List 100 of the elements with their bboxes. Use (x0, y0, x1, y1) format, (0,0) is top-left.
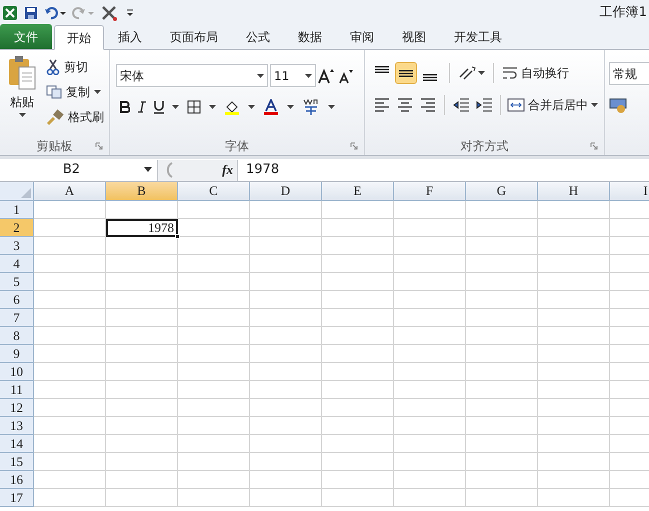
grid-cell[interactable] (178, 417, 250, 435)
grid-cell[interactable] (178, 201, 250, 219)
align-center-icon[interactable] (396, 96, 414, 114)
phonetic-guide-icon[interactable] (302, 98, 320, 116)
column-header[interactable]: I (610, 182, 649, 201)
grid-cell[interactable] (106, 309, 178, 327)
grid-cell[interactable] (178, 255, 250, 273)
grid-cell[interactable] (250, 345, 322, 363)
grid-cell[interactable] (250, 489, 322, 507)
grid-cell[interactable] (322, 435, 394, 453)
row-header[interactable]: 8 (0, 327, 34, 345)
grid-cell[interactable] (178, 291, 250, 309)
grid-cell[interactable] (538, 399, 610, 417)
grid-cell[interactable] (394, 219, 466, 237)
grid-cell[interactable] (34, 291, 106, 309)
grid-cell[interactable] (106, 273, 178, 291)
grid-cell[interactable] (106, 255, 178, 273)
row-header[interactable]: 3 (0, 237, 34, 255)
italic-icon[interactable] (138, 101, 146, 113)
increase-indent-icon[interactable] (474, 96, 492, 114)
row-header[interactable]: 1 (0, 201, 34, 219)
save-icon[interactable] (24, 6, 38, 20)
grid-cell[interactable] (250, 399, 322, 417)
dialog-launcher-icon[interactable] (95, 142, 103, 150)
caret-icon[interactable] (478, 71, 485, 75)
grid-cell[interactable] (322, 381, 394, 399)
grid-cell[interactable] (34, 327, 106, 345)
insert-function-button[interactable]: fx (222, 160, 233, 180)
grid-cell[interactable] (250, 381, 322, 399)
grid-cell[interactable] (106, 417, 178, 435)
grid-cell[interactable] (322, 453, 394, 471)
grid-cell[interactable] (322, 237, 394, 255)
column-header[interactable]: E (322, 182, 394, 201)
grid-cell[interactable] (178, 381, 250, 399)
grid-cell[interactable] (394, 309, 466, 327)
grid-cell[interactable] (466, 345, 538, 363)
grid-cell[interactable] (106, 489, 178, 507)
grid-cell[interactable] (178, 489, 250, 507)
font-name-field[interactable]: 宋体 (116, 64, 268, 87)
cut-button[interactable]: 剪切 (46, 57, 104, 76)
text-orientation-icon[interactable] (458, 65, 476, 81)
caret-icon[interactable] (257, 74, 264, 78)
caret-icon[interactable] (328, 105, 335, 109)
paste-button[interactable]: 粘贴 (4, 55, 40, 137)
grid-cell[interactable] (466, 363, 538, 381)
caret-icon[interactable] (248, 105, 255, 109)
grid-cell[interactable] (106, 327, 178, 345)
row-header[interactable]: 13 (0, 417, 34, 435)
underline-icon[interactable] (154, 100, 164, 114)
copy-button[interactable]: 复制 (46, 82, 104, 101)
grid-cell[interactable] (250, 453, 322, 471)
grid-cell[interactable] (250, 201, 322, 219)
grid-cell[interactable] (538, 201, 610, 219)
column-header[interactable]: B (106, 182, 178, 201)
ribbon-tab[interactable]: 插入 (104, 25, 156, 49)
grid-cell[interactable] (250, 327, 322, 345)
align-right-icon[interactable] (419, 96, 437, 114)
active-cell[interactable]: 1978 (106, 219, 178, 237)
merge-center-button[interactable]: 合并后居中 (507, 96, 598, 114)
grid-cell[interactable] (394, 471, 466, 489)
grid-cell[interactable] (322, 219, 394, 237)
decrease-indent-icon[interactable] (452, 96, 470, 114)
ribbon-tab[interactable]: 页面布局 (156, 25, 232, 49)
grid-cell[interactable] (106, 237, 178, 255)
grid-cell[interactable] (106, 363, 178, 381)
ribbon-tab[interactable]: 开始 (54, 25, 104, 50)
grid-cell[interactable] (250, 309, 322, 327)
row-header[interactable]: 10 (0, 363, 34, 381)
column-header[interactable]: D (250, 182, 322, 201)
row-header[interactable]: 15 (0, 453, 34, 471)
grow-font-icon[interactable] (318, 68, 336, 84)
grid-cell[interactable] (394, 453, 466, 471)
grid-cell[interactable] (322, 327, 394, 345)
number-format-field[interactable]: 常规 (609, 62, 649, 85)
grid-cell[interactable] (106, 471, 178, 489)
grid-cell[interactable] (394, 201, 466, 219)
dialog-launcher-icon[interactable] (590, 142, 598, 150)
customize-dropdown-icon[interactable] (126, 6, 134, 18)
row-header[interactable]: 2 (0, 219, 34, 237)
grid-cell[interactable] (34, 345, 106, 363)
grid-cell[interactable] (250, 363, 322, 381)
grid-cell[interactable] (34, 237, 106, 255)
grid-cell[interactable] (538, 453, 610, 471)
file-tab[interactable]: 文件 (0, 24, 52, 49)
grid-cell[interactable] (466, 219, 538, 237)
grid-cell[interactable] (538, 273, 610, 291)
row-header[interactable]: 17 (0, 489, 34, 507)
font-color-icon[interactable] (263, 99, 279, 115)
caret-icon[interactable] (591, 103, 598, 107)
grid-cell[interactable] (466, 471, 538, 489)
grid-cell[interactable] (394, 435, 466, 453)
grid-cell[interactable] (178, 219, 250, 237)
grid-cell[interactable] (394, 255, 466, 273)
grid-cell[interactable] (106, 399, 178, 417)
bold-icon[interactable] (120, 101, 130, 113)
grid-cell[interactable] (538, 237, 610, 255)
undo-icon[interactable] (44, 6, 66, 20)
grid-cell[interactable] (178, 327, 250, 345)
grid-cell[interactable] (466, 399, 538, 417)
dialog-launcher-icon[interactable] (350, 142, 358, 150)
